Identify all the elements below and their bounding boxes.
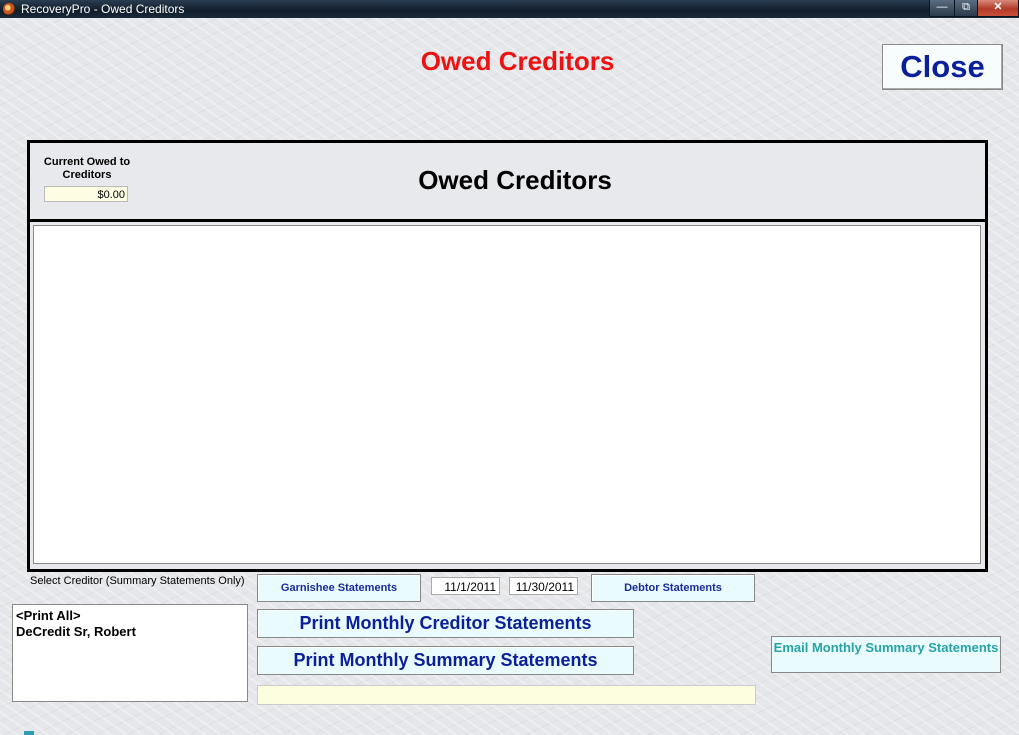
panel-header: Current Owed to Creditors $0.00 Owed Cre… (30, 143, 985, 222)
window-title-bar: RecoveryPro - Owed Creditors — ⧉ ✕ (0, 0, 1019, 18)
creditor-listbox[interactable]: <Print All> DeCredit Sr, Robert (12, 604, 248, 702)
end-date-field[interactable]: 11/30/2011 (509, 577, 578, 595)
maximize-button[interactable]: ⧉ (954, 0, 978, 17)
close-button[interactable]: Close (882, 44, 1003, 90)
select-creditor-label: Select Creditor (Summary Statements Only… (30, 575, 245, 587)
window-title: RecoveryPro - Owed Creditors (21, 2, 185, 16)
owed-creditors-list[interactable] (33, 225, 981, 564)
email-monthly-summary-statements-button[interactable]: Email Monthly Summary Statements (771, 636, 1001, 673)
garnishee-statements-button[interactable]: Garnishee Statements (257, 574, 421, 602)
list-item[interactable]: DeCredit Sr, Robert (16, 624, 244, 640)
print-monthly-creditor-statements-button[interactable]: Print Monthly Creditor Statements (257, 609, 634, 638)
list-item[interactable]: <Print All> (16, 608, 244, 624)
debtor-statements-button[interactable]: Debtor Statements (591, 574, 755, 602)
window-close-button[interactable]: ✕ (977, 0, 1019, 17)
status-bar (257, 685, 756, 705)
start-date-field[interactable]: 11/1/2011 (431, 577, 500, 595)
minimize-button[interactable]: — (929, 0, 955, 17)
print-monthly-summary-statements-button[interactable]: Print Monthly Summary Statements (257, 646, 634, 675)
owed-creditors-panel: Current Owed to Creditors $0.00 Owed Cre… (27, 140, 988, 572)
current-owed-value: $0.00 (44, 186, 128, 202)
decorative-marker (24, 731, 34, 735)
app-icon (3, 3, 15, 15)
page-title: Owed Creditors (420, 46, 615, 76)
panel-title: Owed Creditors (418, 165, 612, 195)
current-owed-label: Current Owed to Creditors (43, 156, 131, 181)
